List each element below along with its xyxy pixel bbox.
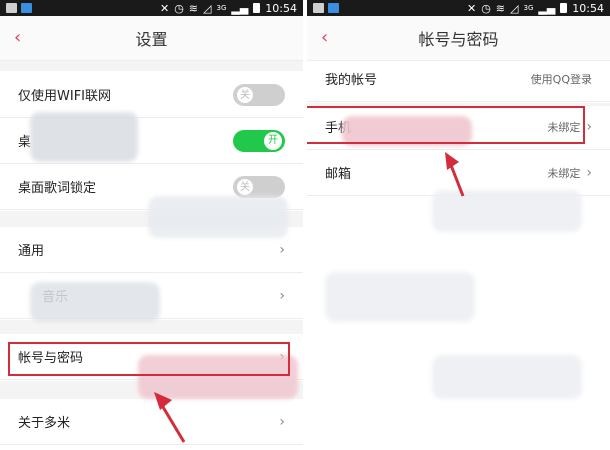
row-label: 关于多米 xyxy=(18,416,71,431)
signal-bars-icon: ▂▄ xyxy=(538,1,556,15)
chevron-right-icon: › xyxy=(279,287,285,304)
chevron-right-icon: › xyxy=(279,413,285,430)
account-row-my-account[interactable]: 我的帐号 使用QQ登录 xyxy=(307,56,610,102)
lyrics-lock-toggle[interactable]: 关 xyxy=(233,175,285,198)
gallery-notification-icon xyxy=(313,3,324,13)
blur-patch xyxy=(325,272,475,322)
desktop-lyrics-toggle[interactable]: 开 xyxy=(233,129,285,152)
chevron-right-icon: › xyxy=(279,241,285,258)
arrow-annotation xyxy=(154,392,186,443)
network-type: 3G xyxy=(523,4,534,12)
title-bar: ‹ 设置 xyxy=(0,16,303,61)
title-bar: ‹ 帐号与密码 xyxy=(307,16,610,61)
highlight-phone-row xyxy=(307,106,585,144)
blur-patch xyxy=(432,355,582,399)
arrow-annotation xyxy=(445,152,465,197)
toggle-knob: 关 xyxy=(236,85,254,104)
blur-patch xyxy=(30,112,138,162)
wifi-icon: ≋ xyxy=(495,1,506,15)
page-title: 设置 xyxy=(135,30,168,49)
battery-icon xyxy=(253,3,261,13)
clock: 10:54 xyxy=(265,1,297,15)
mute-icon: ✕ xyxy=(159,1,170,15)
network-type: 3G xyxy=(216,4,227,12)
mute-icon: ✕ xyxy=(466,1,477,15)
wifi-only-toggle[interactable]: 关 xyxy=(233,83,285,106)
status-bar: ✕ ◷ ≋ ◿ 3G ▂▄ 10:54 xyxy=(0,0,303,16)
wifi-icon: ≋ xyxy=(188,1,199,15)
signal-bars-icon: ▂▄ xyxy=(231,1,249,15)
row-label: 桌面歌词锁定 xyxy=(18,181,97,196)
alarm-icon: ◷ xyxy=(174,1,184,15)
settings-screen: ✕ ◷ ≋ ◿ 3G ▂▄ 10:54 ‹ 设置 仅使用WIFI联网 关 桌 开… xyxy=(0,0,303,450)
clock: 10:54 xyxy=(572,1,604,15)
battery-icon xyxy=(560,3,568,13)
page-title: 帐号与密码 xyxy=(418,30,499,49)
status-bar: ✕ ◷ ≋ ◿ 3G ▂▄ 10:54 xyxy=(307,0,610,16)
chevron-right-icon: › xyxy=(586,118,592,135)
blur-patch xyxy=(148,196,288,238)
app-notification-icon xyxy=(328,3,339,13)
row-label: 通用 xyxy=(18,244,45,259)
back-icon[interactable]: ‹ xyxy=(14,28,21,48)
back-icon[interactable]: ‹ xyxy=(321,28,328,48)
signal-icon: ◿ xyxy=(203,1,212,15)
row-label: 仅使用WIFI联网 xyxy=(18,89,111,104)
blur-patch xyxy=(30,282,160,322)
gallery-notification-icon xyxy=(6,3,17,13)
chevron-right-icon: › xyxy=(586,164,592,181)
app-notification-icon xyxy=(21,3,32,13)
row-value: 未绑定 xyxy=(547,166,581,180)
row-label: 我的帐号 xyxy=(325,73,378,88)
account-password-screen: ✕ ◷ ≋ ◿ 3G ▂▄ 10:54 ‹ 帐号与密码 我的帐号 使用QQ登录 … xyxy=(307,0,610,450)
highlight-account-password xyxy=(8,342,290,376)
signal-icon: ◿ xyxy=(510,1,519,15)
alarm-icon: ◷ xyxy=(481,1,491,15)
toggle-knob: 关 xyxy=(236,177,254,196)
row-label: 邮箱 xyxy=(325,167,352,182)
row-value: 使用QQ登录 xyxy=(530,72,592,86)
toggle-knob: 开 xyxy=(264,131,282,150)
